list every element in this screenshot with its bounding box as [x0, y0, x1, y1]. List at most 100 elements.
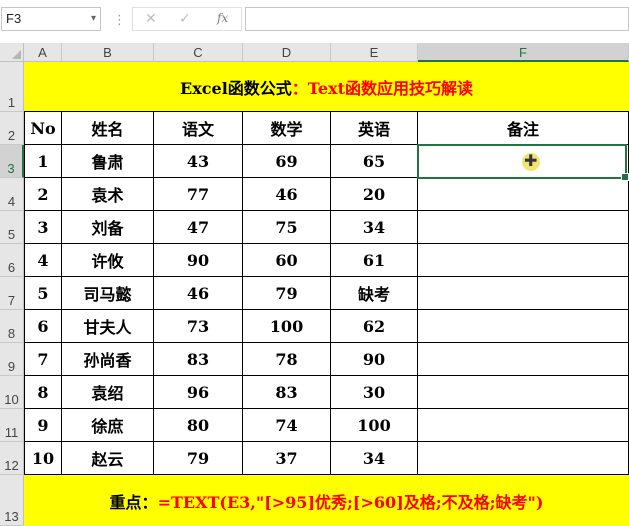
- footer-prefix: 重点：: [109, 492, 158, 512]
- cell-math-9[interactable]: 74: [243, 409, 331, 442]
- row-header-11[interactable]: 11: [0, 409, 24, 442]
- row-header-3[interactable]: 3: [0, 145, 24, 178]
- cell-chinese-9[interactable]: 80: [154, 409, 243, 442]
- cell-name-6[interactable]: 甘夫人: [62, 310, 154, 343]
- cell-remark-6[interactable]: [418, 310, 629, 343]
- cell-remark-3[interactable]: [418, 211, 629, 244]
- cell-chinese-6[interactable]: 73: [154, 310, 243, 343]
- column-header-a[interactable]: A: [24, 43, 62, 62]
- enter-icon[interactable]: ✓: [179, 10, 191, 27]
- row-header-13[interactable]: 13: [0, 475, 24, 526]
- cell-english-8[interactable]: 30: [331, 376, 418, 409]
- row-header-9[interactable]: 9: [0, 343, 24, 376]
- cell-remark-2[interactable]: [418, 178, 629, 211]
- footer-banner[interactable]: 重点： =TEXT(E3,"[>95]优秀;[>60]及格;不及格;缺考"): [24, 475, 629, 526]
- cell-no-9[interactable]: 9: [24, 409, 62, 442]
- cell-name-3[interactable]: 刘备: [62, 211, 154, 244]
- row-header-5[interactable]: 5: [0, 211, 24, 244]
- column-header-c[interactable]: C: [154, 43, 243, 62]
- column-header-f[interactable]: F: [418, 43, 629, 62]
- row-header-6[interactable]: 6: [0, 244, 24, 277]
- cell-name-2[interactable]: 袁术: [62, 178, 154, 211]
- row-header-7[interactable]: 7: [0, 277, 24, 310]
- row-header-4[interactable]: 4: [0, 178, 24, 211]
- cell-math-1[interactable]: 69: [243, 145, 331, 178]
- header-cell-remark[interactable]: 备注: [418, 112, 629, 145]
- formula-input[interactable]: [245, 7, 629, 31]
- cell-name-5[interactable]: 司马懿: [62, 277, 154, 310]
- chevron-down-icon[interactable]: ▾: [91, 8, 96, 30]
- cell-chinese-5[interactable]: 46: [154, 277, 243, 310]
- cell-name-4[interactable]: 许攸: [62, 244, 154, 277]
- cell-remark-9[interactable]: [418, 409, 629, 442]
- header-cell-no[interactable]: No: [24, 112, 62, 145]
- cell-name-8[interactable]: 袁绍: [62, 376, 154, 409]
- cell-remark-4[interactable]: [418, 244, 629, 277]
- name-box[interactable]: F3 ▾: [1, 7, 101, 31]
- cell-no-8[interactable]: 8: [24, 376, 62, 409]
- cell-remark-5[interactable]: [418, 277, 629, 310]
- cell-name-9[interactable]: 徐庶: [62, 409, 154, 442]
- cell-math-2[interactable]: 46: [243, 178, 331, 211]
- footer-formula: =TEXT(E3,"[>95]优秀;[>60]及格;不及格;缺考"): [157, 492, 544, 512]
- cell-english-5[interactable]: 缺考: [331, 277, 418, 310]
- title-prefix: Excel函数公式: [180, 78, 292, 98]
- cell-no-4[interactable]: 4: [24, 244, 62, 277]
- cell-math-5[interactable]: 79: [243, 277, 331, 310]
- cell-math-7[interactable]: 78: [243, 343, 331, 376]
- cell-chinese-10[interactable]: 79: [154, 442, 243, 475]
- fill-handle[interactable]: [621, 173, 629, 181]
- cell-chinese-2[interactable]: 77: [154, 178, 243, 211]
- cell-no-1[interactable]: 1: [24, 145, 62, 178]
- row-header-2[interactable]: 2: [0, 112, 24, 145]
- cell-chinese-7[interactable]: 83: [154, 343, 243, 376]
- header-cell-math[interactable]: 数学: [243, 112, 331, 145]
- cell-chinese-8[interactable]: 96: [154, 376, 243, 409]
- column-header-e[interactable]: E: [331, 43, 418, 62]
- cell-chinese-3[interactable]: 47: [154, 211, 243, 244]
- cell-chinese-1[interactable]: 43: [154, 145, 243, 178]
- cell-english-1[interactable]: 65: [331, 145, 418, 178]
- cancel-icon[interactable]: ✕: [145, 10, 157, 27]
- cell-name-1[interactable]: 鲁肃: [62, 145, 154, 178]
- cell-remark-7[interactable]: [418, 343, 629, 376]
- cell-english-4[interactable]: 61: [331, 244, 418, 277]
- more-options-icon[interactable]: ⋮: [113, 12, 126, 28]
- cell-remark-8[interactable]: [418, 376, 629, 409]
- cell-english-10[interactable]: 34: [331, 442, 418, 475]
- title-banner[interactable]: Excel函数公式 ：Text函数应用技巧解读: [24, 62, 629, 112]
- row-header-10[interactable]: 10: [0, 376, 24, 409]
- cell-no-2[interactable]: 2: [24, 178, 62, 211]
- cell-math-6[interactable]: 100: [243, 310, 331, 343]
- insert-function-icon[interactable]: fx: [217, 11, 228, 25]
- cell-english-9[interactable]: 100: [331, 409, 418, 442]
- cell-math-10[interactable]: 37: [243, 442, 331, 475]
- cell-no-6[interactable]: 6: [24, 310, 62, 343]
- cell-math-3[interactable]: 75: [243, 211, 331, 244]
- column-header-d[interactable]: D: [243, 43, 331, 62]
- cell-chinese-4[interactable]: 90: [154, 244, 243, 277]
- cell-no-3[interactable]: 3: [24, 211, 62, 244]
- row-header-8[interactable]: 8: [0, 310, 24, 343]
- select-all-button[interactable]: [0, 43, 24, 62]
- cell-no-10[interactable]: 10: [24, 442, 62, 475]
- cell-no-5[interactable]: 5: [24, 277, 62, 310]
- formula-bar: F3 ▾ ⋮ ✕ ✓ fx: [0, 0, 629, 40]
- column-header-b[interactable]: B: [62, 43, 154, 62]
- cell-name-7[interactable]: 孙尚香: [62, 343, 154, 376]
- cell-english-2[interactable]: 20: [331, 178, 418, 211]
- header-cell-name[interactable]: 姓名: [62, 112, 154, 145]
- row-header-12[interactable]: 12: [0, 442, 24, 475]
- cell-remark-10[interactable]: [418, 442, 629, 475]
- cell-no-7[interactable]: 7: [24, 343, 62, 376]
- cell-english-3[interactable]: 34: [331, 211, 418, 244]
- cell-english-6[interactable]: 62: [331, 310, 418, 343]
- header-cell-english[interactable]: 英语: [331, 112, 418, 145]
- cell-english-7[interactable]: 90: [331, 343, 418, 376]
- cell-name-10[interactable]: 赵云: [62, 442, 154, 475]
- row-header-1[interactable]: 1: [0, 62, 24, 112]
- cell-math-8[interactable]: 83: [243, 376, 331, 409]
- cell-math-4[interactable]: 60: [243, 244, 331, 277]
- name-box-value: F3: [6, 11, 22, 26]
- header-cell-chinese[interactable]: 语文: [154, 112, 243, 145]
